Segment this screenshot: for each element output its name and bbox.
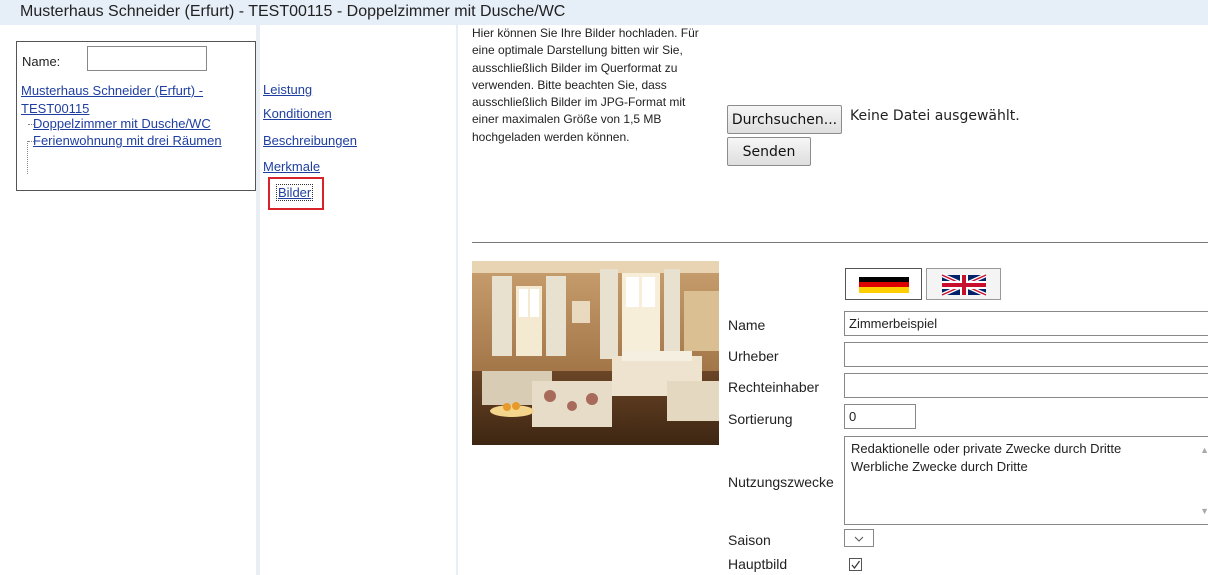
hauptbild-label: Hauptbild xyxy=(728,556,788,572)
nav-item-merkmale[interactable]: Merkmale xyxy=(263,159,320,174)
nav-item-bilder-label[interactable]: Bilder xyxy=(276,184,314,201)
nutzungszwecke-option[interactable]: Redaktionelle oder private Zwecke durch … xyxy=(851,440,1207,458)
nav-item-bilder[interactable]: Bilder xyxy=(268,177,324,210)
checkmark-icon xyxy=(851,560,860,569)
tree-root-link[interactable]: Musterhaus Schneider (Erfurt) - TEST0011… xyxy=(21,82,246,118)
section-nav: Leistung Konditionen Beschreibungen Merk… xyxy=(260,25,456,575)
scroll-up-icon[interactable]: ▲ xyxy=(1200,441,1208,459)
rechteinhaber-label: Rechteinhaber xyxy=(728,379,820,395)
hauptbild-checkbox[interactable] xyxy=(849,558,862,571)
name-filter-label: Name: xyxy=(22,54,61,69)
language-en-button[interactable] xyxy=(926,268,1001,300)
send-button[interactable]: Senden xyxy=(727,137,811,166)
nav-item-konditionen[interactable]: Konditionen xyxy=(263,106,332,121)
scroll-down-icon[interactable]: ▼ xyxy=(1200,502,1208,520)
rechteinhaber-field[interactable] xyxy=(844,373,1208,398)
urheber-label: Urheber xyxy=(728,348,779,364)
nutzungszwecke-option[interactable]: Werbliche Zwecke durch Dritte xyxy=(851,458,1207,476)
divider xyxy=(472,242,1208,243)
upload-help-text: Hier können Sie Ihre Bilder hochladen. F… xyxy=(472,26,699,144)
room-photo xyxy=(472,261,719,445)
nutzungszwecke-label: Nutzungszwecke xyxy=(728,474,834,490)
tree-item-ferienwohnung[interactable]: Ferienwohnung mit drei Räumen xyxy=(33,133,222,149)
browse-button[interactable]: Durchsuchen... xyxy=(727,105,842,134)
german-flag-icon xyxy=(859,277,909,293)
name-field[interactable]: Zimmerbeispiel xyxy=(844,311,1208,336)
nutzungszwecke-list[interactable]: Redaktionelle oder private Zwecke durch … xyxy=(844,436,1208,525)
nav-item-beschreibungen[interactable]: Beschreibungen xyxy=(263,133,357,148)
page-title: Musterhaus Schneider (Erfurt) - TEST0011… xyxy=(0,0,1208,25)
saison-label: Saison xyxy=(728,532,771,548)
uk-flag-icon xyxy=(941,273,987,297)
saison-select[interactable] xyxy=(844,529,874,547)
name-label: Name xyxy=(728,317,766,333)
images-panel: Hier können Sie Ihre Bilder hochladen. F… xyxy=(458,25,1208,575)
tree-panel: Name: Musterhaus Schneider (Erfurt) - TE… xyxy=(16,25,256,575)
tree-box: Name: Musterhaus Schneider (Erfurt) - TE… xyxy=(16,41,256,191)
nav-item-leistung[interactable]: Leistung xyxy=(263,82,312,97)
sortierung-field[interactable]: 0 xyxy=(844,404,916,429)
tree-item-doppelzimmer[interactable]: Doppelzimmer mit Dusche/WC xyxy=(33,116,211,132)
name-filter-input[interactable] xyxy=(87,46,207,71)
room-photo-image xyxy=(472,261,719,445)
urheber-field[interactable] xyxy=(844,342,1208,367)
file-status: Keine Datei ausgewählt. xyxy=(850,108,1020,124)
language-de-button[interactable] xyxy=(845,268,922,300)
tree-root-label[interactable]: Musterhaus Schneider (Erfurt) - TEST0011… xyxy=(21,83,203,116)
sortierung-label: Sortierung xyxy=(728,411,793,427)
chevron-down-icon xyxy=(854,536,864,542)
